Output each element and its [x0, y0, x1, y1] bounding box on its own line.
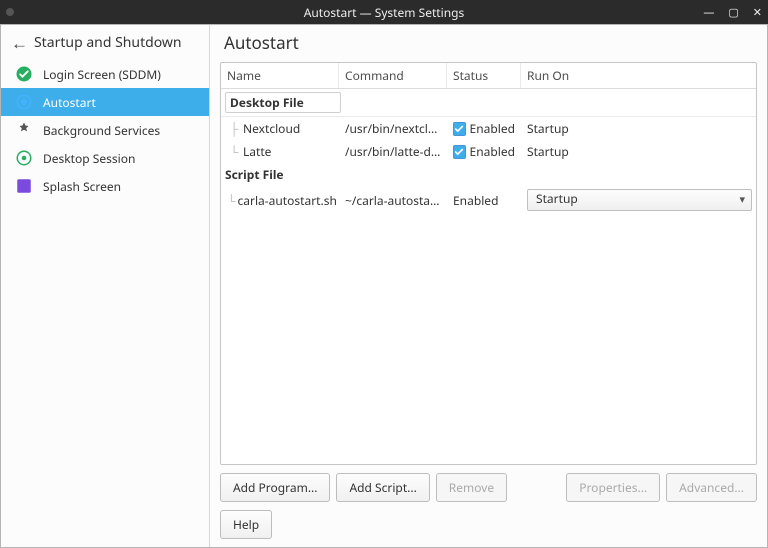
close-icon[interactable]: ✕	[753, 5, 762, 20]
back-icon: ←	[11, 31, 28, 54]
column-header-command[interactable]: Command	[339, 63, 447, 88]
sidebar-item-background-services[interactable]: Background Services	[1, 116, 209, 144]
login-screen-icon	[15, 65, 33, 83]
sidebar-item-login-screen[interactable]: Login Screen (SDDM)	[1, 60, 209, 88]
sidebar-item-label: Desktop Session	[43, 150, 135, 167]
table-row[interactable]: ├Nextcloud /usr/bin/nextcloud Enabled St…	[221, 117, 756, 140]
row-status: Enabled	[453, 192, 498, 209]
minimize-icon[interactable]: —	[703, 5, 714, 20]
row-name: Latte	[243, 143, 271, 160]
enabled-checkbox[interactable]	[453, 122, 466, 136]
add-program-button[interactable]: Add Program...	[220, 473, 330, 502]
background-services-icon	[15, 121, 33, 139]
column-header-name[interactable]: Name	[221, 63, 339, 88]
desktop-session-icon	[15, 149, 33, 167]
sidebar-item-autostart[interactable]: Autostart	[1, 88, 209, 116]
row-run-on: Startup	[521, 143, 756, 160]
table-row[interactable]: └Latte /usr/bin/latte-dock Enabled Start…	[221, 140, 756, 163]
column-header-status[interactable]: Status	[447, 63, 521, 88]
sidebar-item-label: Background Services	[43, 122, 160, 139]
window-title: Autostart — System Settings	[304, 4, 465, 21]
properties-button[interactable]: Properties...	[566, 473, 660, 502]
row-command: /usr/bin/latte-dock	[339, 143, 447, 160]
autostart-icon	[15, 93, 33, 111]
row-name: Nextcloud	[243, 120, 300, 137]
help-button[interactable]: Help	[220, 510, 272, 539]
enabled-checkbox[interactable]	[453, 145, 466, 159]
sidebar-item-desktop-session[interactable]: Desktop Session	[1, 144, 209, 172]
sidebar-item-splash-screen[interactable]: Splash Screen	[1, 172, 209, 200]
row-name: carla-autostart.sh	[238, 192, 337, 209]
tree-branch-icon: ├	[227, 120, 241, 137]
row-command: /usr/bin/nextcloud	[339, 120, 447, 137]
window-titlebar: Autostart — System Settings — ▢ ✕	[0, 0, 768, 24]
table-row[interactable]: └carla-autostart.sh ~/carla-autostart.sh…	[221, 186, 756, 214]
sidebar-item-label: Autostart	[43, 94, 96, 111]
splash-screen-icon	[15, 177, 33, 195]
remove-button[interactable]: Remove	[436, 473, 507, 502]
sidebar: ← Startup and Shutdown Login Screen (SDD…	[1, 25, 210, 547]
tree-branch-icon: └	[227, 192, 236, 209]
run-on-value: Startup	[536, 190, 578, 207]
row-run-on: Startup	[521, 120, 756, 137]
row-command: ~/carla-autostart.sh	[339, 192, 447, 209]
row-status: Enabled	[470, 143, 515, 160]
page-title: Autostart	[224, 31, 753, 54]
add-script-button[interactable]: Add Script...	[336, 473, 429, 502]
sidebar-item-label: Login Screen (SDDM)	[43, 66, 161, 83]
advanced-button[interactable]: Advanced...	[666, 473, 757, 502]
sidebar-back[interactable]: ← Startup and Shutdown	[1, 25, 209, 60]
row-status: Enabled	[470, 120, 515, 137]
sidebar-item-label: Splash Screen	[43, 178, 121, 195]
run-on-select[interactable]: Startup	[527, 189, 752, 211]
sidebar-header-title: Startup and Shutdown	[34, 33, 182, 52]
section-title: Script File	[225, 166, 284, 183]
column-header-run-on[interactable]: Run On	[521, 63, 756, 88]
autostart-table: Name Command Status Run On Desktop File …	[220, 62, 757, 465]
section-title: Desktop File	[225, 92, 341, 113]
section-script-file[interactable]: Script File	[221, 163, 756, 186]
titlebar-dot	[6, 8, 14, 16]
maximize-icon[interactable]: ▢	[728, 5, 738, 20]
table-header: Name Command Status Run On	[221, 63, 756, 89]
tree-branch-icon: └	[227, 143, 241, 160]
section-desktop-file[interactable]: Desktop File	[221, 89, 756, 117]
